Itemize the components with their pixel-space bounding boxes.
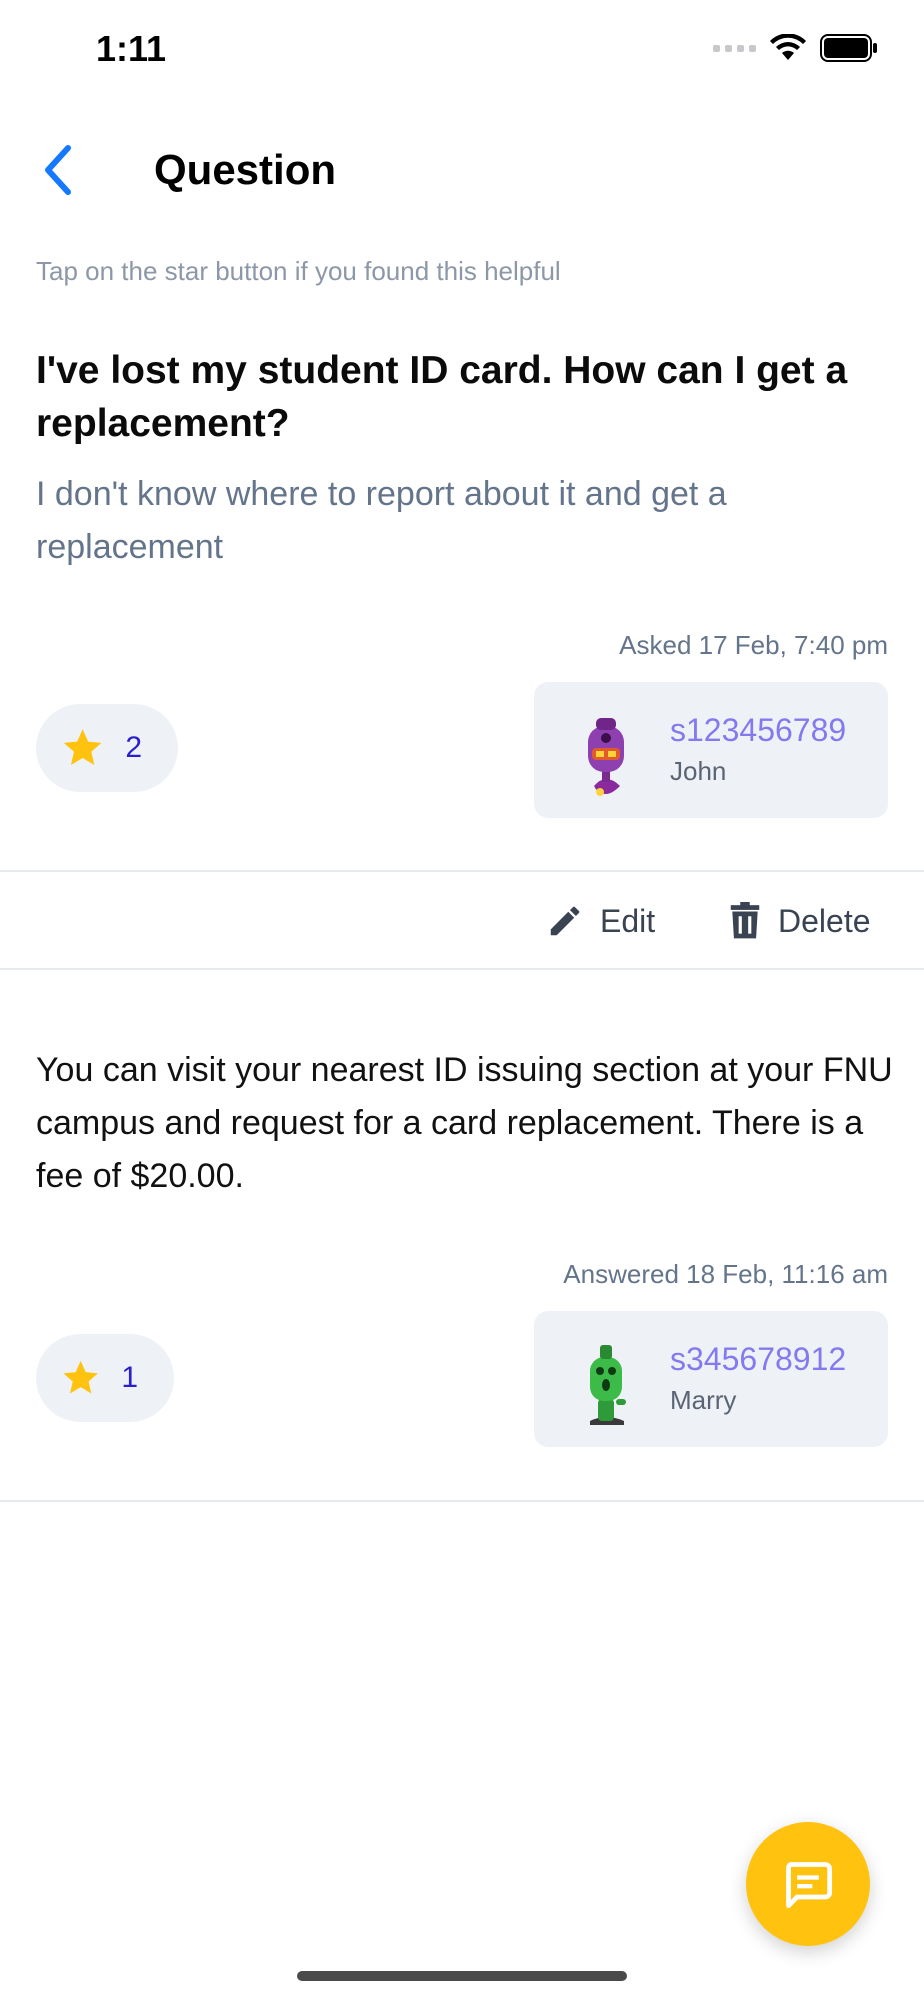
question-title: I've lost my student ID card. How can I … — [36, 349, 848, 445]
helpful-hint: Tap on the star button if you found this… — [36, 256, 561, 286]
question-author-card[interactable]: s123456789 John — [534, 682, 888, 818]
star-icon — [63, 1360, 98, 1394]
robot-avatar-icon — [588, 718, 624, 796]
delete-label: Delete — [778, 902, 871, 939]
divider — [0, 968, 924, 970]
answer-author-card[interactable]: s345678912 Marry — [534, 1311, 888, 1447]
delete-button[interactable]: Delete — [728, 902, 871, 940]
trash-icon — [730, 902, 760, 939]
edit-label: Edit — [600, 902, 656, 939]
answer-author-id: s345678912 — [670, 1341, 847, 1377]
chevron-left-icon — [45, 145, 71, 195]
question-star-count: 2 — [125, 731, 142, 764]
divider — [0, 870, 924, 872]
answer-author-name: Marry — [670, 1385, 737, 1415]
question-star-button[interactable]: 2 — [36, 704, 178, 792]
chat-icon — [786, 1862, 833, 1909]
answer-star-button[interactable]: 1 — [36, 1334, 174, 1422]
question-asked-time: Asked 17 Feb, 7:40 pm — [619, 630, 888, 660]
answer-time: Answered 18 Feb, 11:16 am — [563, 1259, 888, 1289]
edit-button[interactable]: Edit — [546, 902, 655, 940]
answer-star-count: 1 — [121, 1361, 138, 1394]
cellular-signal-icon — [713, 44, 756, 52]
question-body: I don't know where to report about it an… — [36, 475, 727, 566]
divider — [0, 1500, 924, 1502]
star-icon — [63, 729, 102, 765]
question-screen: 1:11 Question Tap on the star button if … — [0, 0, 924, 2000]
answer-fab-button[interactable] — [746, 1822, 870, 1946]
question-author-name: John — [670, 756, 727, 786]
question-author-id: s123456789 — [670, 712, 847, 748]
answer-text: You can visit your nearest ID issuing se… — [36, 1051, 893, 1195]
status-icons — [713, 34, 878, 62]
pencil-icon — [550, 906, 580, 936]
home-indicator[interactable] — [297, 1971, 627, 1981]
battery-icon — [820, 34, 877, 62]
back-button[interactable] — [38, 140, 78, 200]
robot-avatar-icon — [590, 1345, 626, 1425]
status-time: 1:11 — [96, 28, 167, 69]
wifi-icon — [770, 34, 806, 60]
page-title: Question — [154, 146, 337, 193]
